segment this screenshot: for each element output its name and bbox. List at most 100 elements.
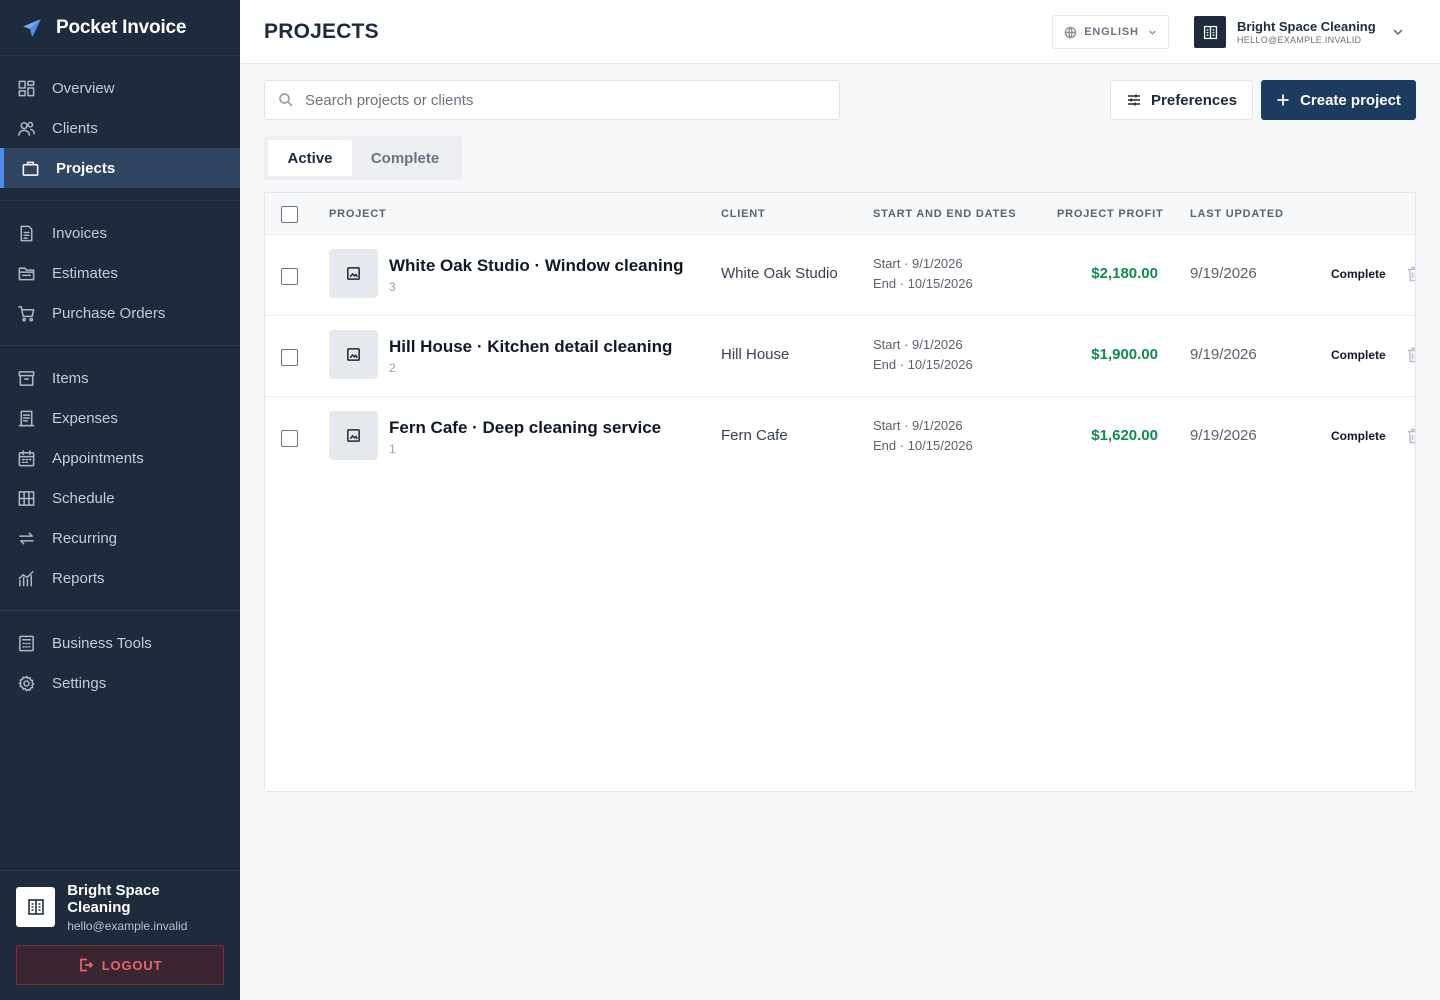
logout-button[interactable]: LOGOUT — [16, 945, 224, 985]
folder-icon — [18, 267, 35, 280]
sidebar-item-purchase-orders[interactable]: Purchase Orders — [0, 293, 240, 333]
end-date: End · 10/15/2026 — [873, 357, 973, 372]
language-label: ENGLISH — [1084, 26, 1139, 38]
start-date: Start · 9/1/2026 — [873, 256, 963, 271]
sidebar-item-schedule[interactable]: Schedule — [0, 478, 240, 518]
project-profit: $1,900.00 — [1091, 346, 1158, 363]
nav-group-main: Overview Clients Projects — [0, 56, 240, 201]
sidebar-footer: Bright Space Cleaning hello@example.inva… — [0, 870, 240, 1000]
delete-button[interactable] — [1407, 428, 1415, 444]
search-input[interactable] — [305, 91, 825, 109]
mark-complete-button[interactable]: Complete — [1331, 348, 1386, 362]
client-name: White Oak Studio — [721, 265, 838, 282]
sidebar-item-overview[interactable]: Overview — [0, 68, 240, 108]
building-icon — [27, 899, 44, 915]
nav-group-tools: Business Tools Settings — [0, 611, 240, 715]
delete-button[interactable] — [1407, 347, 1415, 363]
calendar-icon — [18, 449, 35, 466]
project-item-count: 3 — [389, 280, 396, 294]
project-name[interactable]: Hill House · Kitchen detail cleaning — [389, 337, 672, 357]
business-switcher[interactable]: Bright Space Cleaning HELLO@EXAMPLE.INVA… — [1194, 16, 1404, 48]
logout-icon — [79, 958, 93, 972]
sidebar-item-reports[interactable]: Reports — [0, 558, 240, 598]
nav-group-sales: Invoices Estimates Purchase Orders — [0, 201, 240, 346]
gear-icon — [18, 675, 35, 691]
sidebar-item-label: Invoices — [52, 224, 108, 242]
column-header-profit[interactable]: PROJECT PROFIT — [1057, 208, 1164, 220]
projects-table: PROJECT CLIENT START AND END DATES PROJE… — [264, 192, 1416, 792]
users-icon — [18, 121, 35, 136]
row-checkbox[interactable] — [281, 349, 298, 366]
sidebar-item-appointments[interactable]: Appointments — [0, 438, 240, 478]
sidebar-item-invoices[interactable]: Invoices — [0, 213, 240, 253]
receipt-icon — [18, 410, 35, 426]
delete-button[interactable] — [1407, 266, 1415, 282]
table-row[interactable]: Hill House · Kitchen detail cleaning 2 H… — [265, 316, 1415, 397]
archive-icon — [18, 370, 35, 386]
project-name[interactable]: Fern Cafe · Deep cleaning service — [389, 418, 661, 438]
language-selector[interactable]: ENGLISH — [1052, 15, 1169, 49]
trash-icon — [1408, 428, 1415, 444]
image-icon — [347, 348, 360, 361]
brand[interactable]: Pocket Invoice — [0, 0, 240, 56]
sidebar-item-label: Expenses — [52, 409, 118, 427]
mark-complete-button[interactable]: Complete — [1331, 267, 1386, 281]
globe-icon — [1064, 26, 1077, 38]
search-box — [264, 80, 840, 120]
cart-icon — [18, 305, 35, 322]
sidebar-item-settings[interactable]: Settings — [0, 663, 240, 703]
last-updated: 9/19/2026 — [1190, 427, 1257, 444]
last-updated: 9/19/2026 — [1190, 265, 1257, 282]
start-date: Start · 9/1/2026 — [873, 418, 963, 433]
chevron-down-icon — [1149, 30, 1156, 35]
image-icon — [347, 429, 360, 442]
sidebar-item-items[interactable]: Items — [0, 358, 240, 398]
tab-active[interactable]: Active — [268, 140, 352, 176]
sidebar-item-label: Purchase Orders — [52, 304, 166, 322]
table-row[interactable]: White Oak Studio · Window cleaning 3 Whi… — [265, 235, 1415, 316]
app-name: Pocket Invoice — [56, 16, 187, 38]
chart-icon — [18, 570, 34, 586]
sidebar-item-estimates[interactable]: Estimates — [0, 253, 240, 293]
sidebar-item-recurring[interactable]: Recurring — [0, 518, 240, 558]
account-name: Bright Space Cleaning — [67, 881, 160, 916]
trash-icon — [1408, 266, 1415, 282]
plus-icon — [1277, 94, 1289, 106]
create-project-label: Create project — [1300, 91, 1401, 109]
table-header: PROJECT CLIENT START AND END DATES PROJE… — [265, 193, 1415, 235]
account-email: hello@example.invalid — [67, 918, 188, 933]
sidebar-item-label: Items — [52, 369, 89, 387]
sidebar-item-projects[interactable]: Projects — [0, 148, 240, 188]
row-checkbox[interactable] — [281, 430, 298, 447]
account-summary[interactable]: Bright Space Cleaning hello@example.inva… — [16, 882, 224, 933]
column-header-client[interactable]: CLIENT — [721, 208, 766, 220]
project-name[interactable]: White Oak Studio · Window cleaning — [389, 256, 684, 276]
sidebar-item-label: Business Tools — [52, 634, 152, 652]
sidebar-item-label: Estimates — [52, 264, 118, 282]
business-name: Bright Space Cleaning — [1237, 19, 1376, 34]
end-date: End · 10/15/2026 — [873, 276, 973, 291]
preferences-button[interactable]: Preferences — [1110, 80, 1253, 120]
sidebar-item-clients[interactable]: Clients — [0, 108, 240, 148]
sidebar-item-label: Overview — [52, 79, 115, 97]
column-header-updated[interactable]: LAST UPDATED — [1190, 208, 1284, 220]
tab-complete[interactable]: Complete — [352, 140, 458, 176]
column-header-project[interactable]: PROJECT — [329, 208, 387, 220]
sidebar-item-label: Settings — [52, 674, 107, 692]
sidebar-item-expenses[interactable]: Expenses — [0, 398, 240, 438]
project-item-count: 1 — [389, 442, 396, 456]
sidebar-item-label: Reports — [52, 569, 105, 587]
row-checkbox[interactable] — [281, 268, 298, 285]
grid-icon — [18, 490, 35, 506]
building-icon — [1203, 25, 1217, 39]
paper-plane-icon — [23, 18, 41, 37]
trash-icon — [1408, 347, 1415, 363]
mark-complete-button[interactable]: Complete — [1331, 429, 1386, 443]
sidebar-item-business-tools[interactable]: Business Tools — [0, 623, 240, 663]
dashboard-icon — [18, 80, 35, 96]
column-header-dates[interactable]: START AND END DATES — [873, 208, 1016, 220]
create-project-button[interactable]: Create project — [1261, 80, 1416, 120]
sidebar-item-label: Appointments — [52, 449, 144, 467]
select-all-checkbox[interactable] — [281, 206, 298, 223]
table-row[interactable]: Fern Cafe · Deep cleaning service 1 Fern… — [265, 397, 1415, 478]
